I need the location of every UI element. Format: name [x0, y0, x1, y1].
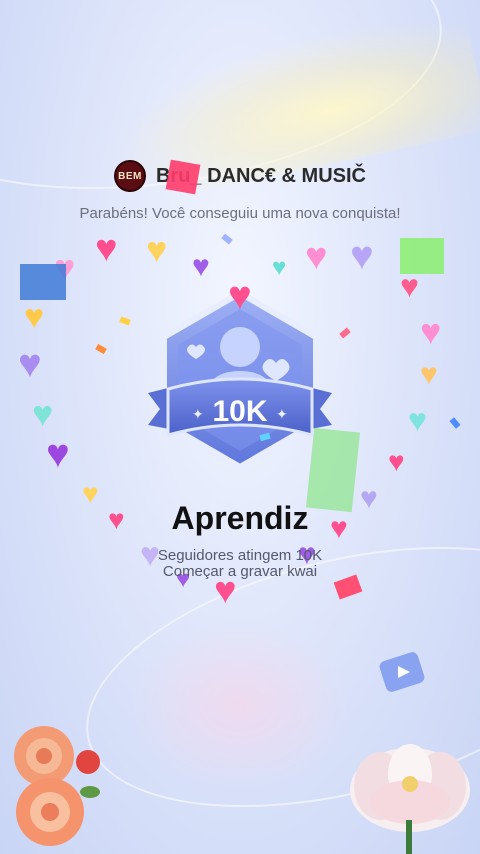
- lotus-icon: [350, 744, 470, 854]
- heart-icon: ♥: [420, 358, 438, 391]
- badge-label: 10K: [212, 395, 267, 428]
- confetti: [165, 159, 201, 195]
- creator-header: BEM Bru_ DANC€ & MUSIČ: [0, 160, 480, 192]
- heart-icon: ♥: [305, 236, 328, 278]
- heart-icon: ♥: [350, 234, 374, 278]
- confetti: [400, 238, 444, 274]
- heart-icon: ♥: [420, 311, 442, 352]
- confetti: [20, 264, 66, 300]
- heart-icon: ♥: [408, 402, 427, 438]
- achievement-description: Seguidores atingem 10K Começar a gravar …: [0, 548, 480, 580]
- svg-text:✦: ✦: [276, 406, 288, 422]
- achievement-title: Aprendiz: [171, 500, 309, 536]
- heart-icon: ♥: [192, 250, 210, 283]
- confetti: [339, 327, 351, 339]
- glow-heart: [130, 620, 350, 790]
- confetti: [119, 316, 131, 326]
- heart-icon: ♥: [18, 342, 42, 386]
- avatar[interactable]: BEM: [113, 160, 146, 192]
- heart-icon: ♥: [24, 298, 45, 336]
- confetti: [449, 417, 461, 429]
- congrats-message: Parabéns! Você conseguiu uma nova conqui…: [79, 205, 401, 222]
- film-icon: [379, 652, 425, 692]
- achievement-line-2: Começar a gravar kwai: [162, 563, 318, 580]
- heart-icon: ♥: [32, 393, 54, 434]
- heart-icon: ♥: [228, 274, 252, 318]
- rose-icon: [14, 726, 100, 846]
- heart-icon: ♥: [46, 432, 70, 476]
- heart-icon: ♥: [95, 228, 118, 270]
- heart-icon: ♥: [400, 268, 419, 304]
- confetti: [95, 343, 107, 355]
- heart-icon: ♥: [388, 446, 405, 477]
- heart-icon: ♥: [272, 254, 287, 281]
- svg-text:✦: ✦: [192, 406, 204, 422]
- achievement-line-1: Seguidores atingem 10K: [157, 547, 323, 564]
- confetti: [221, 233, 233, 245]
- heart-icon: ♥: [146, 229, 168, 270]
